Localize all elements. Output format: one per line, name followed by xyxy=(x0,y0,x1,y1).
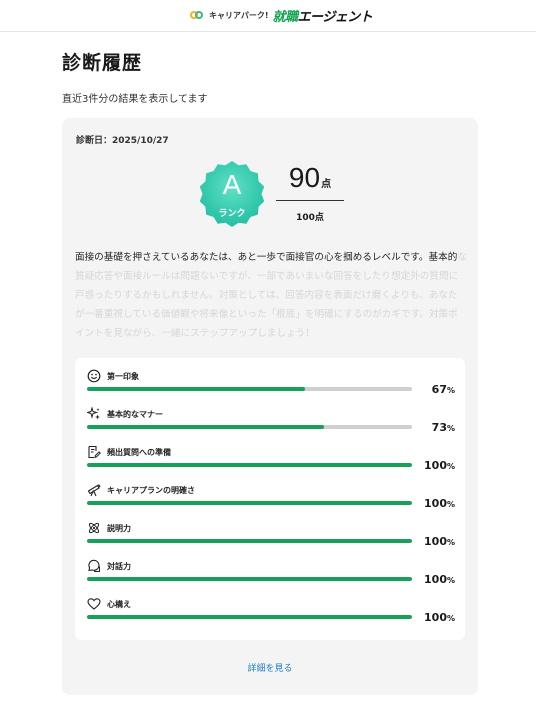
score-value: 90 xyxy=(288,162,321,193)
score-divider xyxy=(276,200,344,201)
metric-bar xyxy=(87,577,412,581)
metric-bar xyxy=(87,501,412,505)
logo-main-text: 就職エージェント xyxy=(272,9,373,25)
rank-label: ランク xyxy=(218,209,246,219)
rank-badge: A ランク xyxy=(198,160,266,228)
site-logo[interactable]: キャリアパーク! 就職エージェント xyxy=(190,6,373,25)
metric-label: 説明力 xyxy=(107,524,131,533)
metric-bar xyxy=(87,615,412,619)
metric-row: キャリアプランの明確さ 100% xyxy=(75,480,465,518)
metric-bar-fill xyxy=(87,577,412,581)
metric-percent: 100% xyxy=(424,497,455,510)
result-description: 面接の基礎を押さえているあなたは、あと一歩で面接官の心を掴めるレベルです。基本的… xyxy=(75,248,467,343)
metric-row: 頻出質問への準備 100% xyxy=(75,442,465,480)
metric-bar-fill xyxy=(87,501,412,505)
metric-label: 心構え xyxy=(107,600,131,609)
metric-bar-fill xyxy=(87,463,412,467)
metric-row: 基本的なマナー 73% xyxy=(75,404,465,442)
page-subtitle: 直近3件分の結果を表示してます xyxy=(62,94,208,105)
metric-percent: 100% xyxy=(424,535,455,548)
metric-bar xyxy=(87,539,412,543)
telescope-icon xyxy=(87,484,101,497)
metric-bar xyxy=(87,387,412,391)
metric-percent: 100% xyxy=(424,459,455,472)
metrics-panel: 第一印象 67% 基本的なマナー 73% 頻出質問への準備 100% キャリアプ… xyxy=(75,358,465,640)
note-edit-icon xyxy=(88,445,101,459)
metric-bar-fill xyxy=(87,387,305,391)
metric-percent: 73% xyxy=(431,421,455,434)
metric-percent: 67% xyxy=(431,383,455,396)
metric-row: 対話力 100% xyxy=(75,556,465,594)
diagnosis-date: 診断日：2025/10/27 xyxy=(76,136,169,146)
chat-icon xyxy=(88,559,100,572)
page-title: 診断履歴 xyxy=(62,52,143,74)
metric-label: 頻出質問への準備 xyxy=(107,448,171,457)
smile-icon xyxy=(87,369,101,383)
metric-label: キャリアプランの明確さ xyxy=(107,486,195,495)
metric-label: 対話力 xyxy=(107,562,131,571)
heart-icon xyxy=(87,598,101,610)
score-unit: 点 xyxy=(321,179,332,190)
metric-row: 心構え 100% xyxy=(75,594,465,632)
logo-mark-icon xyxy=(190,10,203,20)
logo-small-text: キャリアパーク! xyxy=(209,10,269,20)
metric-row: 説明力 100% xyxy=(75,518,465,556)
metric-percent: 100% xyxy=(424,611,455,624)
metric-bar xyxy=(87,425,412,429)
rank-letter: A xyxy=(222,169,242,200)
metric-label: 第一印象 xyxy=(107,372,139,381)
view-details-link[interactable]: 詳細を見る xyxy=(62,661,478,674)
description-visible: 面接の基礎を押さえているあなたは、あと一歩で面接官の心を掴めるレベルです。基本的 xyxy=(75,252,458,263)
description-faded: な質疑応答や面接ルールは問題ないですが、一部であいまいな回答をしたり想定外の質問… xyxy=(75,252,467,339)
metric-bar-fill xyxy=(87,539,412,543)
score-display: 90 点 100点 xyxy=(276,162,344,223)
metric-row: 第一印象 67% xyxy=(75,366,465,404)
atom-icon xyxy=(88,522,100,534)
metric-label: 基本的なマナー xyxy=(107,410,163,419)
result-card: 診断日：2025/10/27 A ランク 90 点 100点 面接の基礎を押さえ… xyxy=(62,118,478,695)
sparkle-icon xyxy=(87,407,100,420)
metric-percent: 100% xyxy=(424,573,455,586)
site-header: キャリアパーク! 就職エージェント xyxy=(0,0,536,32)
metric-bar-fill xyxy=(87,615,412,619)
max-score: 100点 xyxy=(296,213,324,223)
metric-bar-fill xyxy=(87,425,325,429)
metric-bar xyxy=(87,463,412,467)
